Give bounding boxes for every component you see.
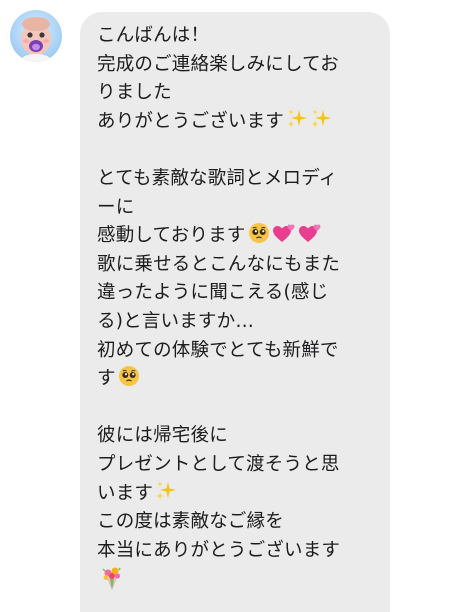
message-line-text: 感動しております xyxy=(97,225,246,247)
message-line-text: りました xyxy=(97,82,172,104)
message-line-text: います xyxy=(97,482,154,504)
message-line: ありがとうございます xyxy=(97,108,376,137)
message-line: る)と言いますか… xyxy=(97,308,376,337)
baby-avatar-icon xyxy=(21,17,51,62)
message-line: この度は素敵なご縁を xyxy=(97,508,376,537)
message-line xyxy=(97,565,376,594)
message-line: ーに xyxy=(97,194,376,223)
message-line-text: ありがとうございます xyxy=(97,110,285,132)
message-line xyxy=(97,394,376,423)
message-line-text: 完成のご連絡楽しみにしてお xyxy=(97,53,339,75)
message-line-text: る)と言いますか… xyxy=(97,310,255,332)
message-line: 初めての体験でとても新鮮で xyxy=(97,337,376,366)
message-line-text: こんばんは！ xyxy=(97,25,210,46)
message-line: 彼には帰宅後に xyxy=(97,422,376,451)
message-line: とても素敵な歌詞とメロディ xyxy=(97,165,376,194)
message-line: こんばんは！ xyxy=(97,22,376,51)
sparkles-icon xyxy=(155,480,177,502)
pleading-face-icon xyxy=(118,365,140,387)
message-text: こんばんは！ 完成のご連絡楽しみにしてお りましたありがとうございますとても素敵な歌… xyxy=(97,22,376,594)
two-hearts-icon xyxy=(298,222,322,244)
pleading-face-icon xyxy=(248,222,270,244)
message-line-text: ーに xyxy=(97,196,135,218)
two-hearts-icon xyxy=(272,222,296,244)
message-line: 違ったように聞こえる(感じ xyxy=(97,279,376,308)
message-line-text: この度は素敵なご縁を xyxy=(97,511,285,533)
message-bubble[interactable]: こんばんは！ 完成のご連絡楽しみにしてお りましたありがとうございますとても素敵な歌… xyxy=(80,12,390,612)
message-line-text: 違ったように聞こえる(感じ xyxy=(97,282,329,304)
message-line-text: す xyxy=(97,368,116,390)
message-line xyxy=(97,136,376,165)
message-line: 本当にありがとうございます xyxy=(97,537,376,566)
message-line: す xyxy=(97,365,376,394)
message-line: りました xyxy=(97,79,376,108)
sender-avatar[interactable] xyxy=(10,10,62,62)
message-line-text: 本当にありがとうございます xyxy=(97,539,341,561)
message-line: 歌に乗せるとこんなにもまた xyxy=(97,251,376,280)
sparkles-icon xyxy=(286,108,308,130)
message-line-text: 初めての体験でとても新鮮で xyxy=(97,339,339,361)
message-line: 完成のご連絡楽しみにしてお xyxy=(97,51,376,80)
message-line-text: とても素敵な歌詞とメロディ xyxy=(97,167,338,189)
sparkles-icon xyxy=(310,108,332,130)
bouquet-icon xyxy=(99,565,125,591)
message-line: います xyxy=(97,480,376,509)
message-line: 感動しております xyxy=(97,222,376,251)
message-line: プレゼントとして渡そうと思 xyxy=(97,451,376,480)
message-line-text: プレゼントとして渡そうと思 xyxy=(97,453,340,475)
message-line-text: 歌に乗せるとこんなにもまた xyxy=(97,253,341,275)
message-line-text: 彼には帰宅後に xyxy=(97,425,228,447)
